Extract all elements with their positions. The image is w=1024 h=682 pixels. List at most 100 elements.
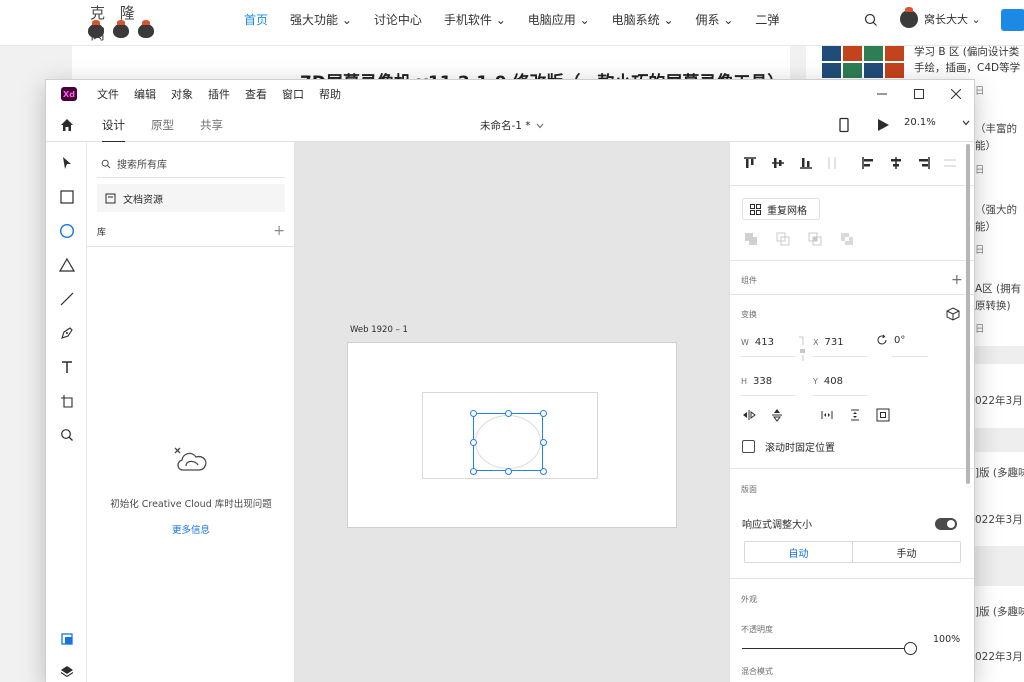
- resize-auto-button[interactable]: 自动: [745, 542, 853, 562]
- user-menu[interactable]: 窝长大大 ⌄: [900, 7, 981, 28]
- resize-handle[interactable]: [470, 410, 477, 417]
- sidebar-top-line[interactable]: 学习 B 区 (偏向设计类: [914, 44, 1019, 59]
- repeat-grid-button[interactable]: 重复网格: [742, 198, 820, 220]
- sidebar-entry[interactable]: 022年3月: [975, 650, 1023, 665]
- sidebar-entry[interactable]: 能）: [975, 220, 996, 235]
- opacity-value[interactable]: 100%: [933, 634, 960, 645]
- boolean-exclude-icon[interactable]: [840, 232, 854, 246]
- sidebar-entry[interactable]: 022年3月: [975, 513, 1023, 528]
- align-middle-icon[interactable]: [770, 155, 786, 171]
- device-preview-icon[interactable]: [838, 117, 850, 133]
- resize-handle[interactable]: [505, 468, 512, 475]
- layers-panel-icon[interactable]: [58, 662, 76, 680]
- tab-share[interactable]: 共享: [200, 117, 223, 139]
- resize-handle[interactable]: [540, 410, 547, 417]
- select-tool-icon[interactable]: [58, 154, 76, 172]
- sidebar-entry[interactable]: （强大的: [975, 203, 1017, 218]
- resize-handle[interactable]: [470, 468, 477, 475]
- resize-manual-button[interactable]: 手动: [853, 542, 960, 562]
- write-post-button[interactable]: [1001, 9, 1024, 31]
- boolean-intersect-icon[interactable]: [808, 232, 822, 246]
- document-title[interactable]: 未命名-1 *: [480, 118, 544, 133]
- inspector-scrollbar[interactable]: [966, 144, 970, 484]
- menu-view[interactable]: 查看: [245, 86, 267, 102]
- x-field[interactable]: X 731: [813, 337, 844, 348]
- line-tool-icon[interactable]: [58, 290, 76, 308]
- padding-icon[interactable]: [876, 408, 890, 422]
- flip-horizontal-icon[interactable]: [742, 408, 756, 422]
- y-field[interactable]: Y 408: [813, 376, 843, 387]
- align-top-icon[interactable]: [742, 155, 758, 171]
- sidebar-entry[interactable]: 日: [975, 242, 985, 256]
- nav-home[interactable]: 首页: [244, 11, 268, 28]
- align-center-icon[interactable]: [888, 155, 904, 171]
- nav-pc-systems[interactable]: 电脑系统 ⌄: [612, 11, 674, 28]
- sidebar-entry[interactable]: 日: [975, 83, 985, 97]
- align-bottom-icon[interactable]: [798, 155, 814, 171]
- nav-features[interactable]: 强大功能 ⌄: [290, 11, 352, 28]
- menu-window[interactable]: 窗口: [282, 86, 304, 102]
- close-button[interactable]: [937, 80, 974, 108]
- text-tool-icon[interactable]: [58, 358, 76, 376]
- 3d-transform-icon[interactable]: [946, 307, 960, 321]
- rotation-field[interactable]: 0°: [876, 334, 905, 346]
- minimize-button[interactable]: [863, 80, 900, 108]
- align-right-icon[interactable]: [916, 155, 932, 171]
- resize-handle[interactable]: [540, 468, 547, 475]
- pen-tool-icon[interactable]: [58, 324, 76, 342]
- opacity-slider-track[interactable]: [742, 648, 904, 649]
- resize-handle[interactable]: [505, 410, 512, 417]
- opacity-slider-thumb[interactable]: [904, 642, 917, 655]
- menu-edit[interactable]: 编辑: [134, 86, 156, 102]
- design-canvas[interactable]: Web 1920 – 1: [295, 142, 729, 682]
- zoom-tool-icon[interactable]: [58, 426, 76, 444]
- distribute-horizontal-icon[interactable]: [942, 155, 958, 171]
- maximize-button[interactable]: [900, 80, 937, 108]
- site-logo[interactable]: 克 隆 窝: [88, 2, 168, 43]
- boolean-subtract-icon[interactable]: [776, 232, 790, 246]
- selected-ellipse[interactable]: [470, 410, 547, 475]
- responsive-resize-toggle[interactable]: [935, 517, 957, 530]
- sidebar-entry[interactable]: ]版 (多趣味: [975, 466, 1024, 481]
- menu-object[interactable]: 对象: [171, 86, 193, 102]
- distribute-spacing-h-icon[interactable]: [820, 408, 834, 422]
- fix-position-checkbox[interactable]: 滚动时固定位置: [742, 439, 835, 454]
- nav-mobile-software[interactable]: 手机软件 ⌄: [444, 11, 506, 28]
- sidebar-entry[interactable]: 原转换): [975, 299, 1011, 314]
- search-icon[interactable]: [864, 13, 878, 27]
- artboard-label[interactable]: Web 1920 – 1: [350, 325, 408, 335]
- sidebar-entry[interactable]: A区 (拥有: [975, 282, 1021, 297]
- nav-second[interactable]: 二弹: [755, 11, 779, 28]
- ellipse-tool-icon[interactable]: [58, 222, 76, 240]
- sidebar-entry[interactable]: 022年3月: [975, 394, 1023, 409]
- assets-panel-icon[interactable]: [58, 630, 76, 648]
- lock-aspect-icon[interactable]: [798, 336, 806, 362]
- more-info-link[interactable]: 更多信息: [87, 522, 295, 536]
- library-search-input[interactable]: 搜索所有库: [97, 150, 285, 178]
- tab-design[interactable]: 设计: [102, 117, 125, 143]
- sidebar-entry[interactable]: 日: [975, 162, 985, 176]
- zoom-dropdown[interactable]: 20.1%: [904, 117, 970, 128]
- boolean-add-icon[interactable]: [744, 232, 758, 246]
- width-field[interactable]: W 413: [741, 337, 774, 348]
- menu-help[interactable]: 帮助: [319, 86, 341, 102]
- distribute-spacing-v-icon[interactable]: [848, 408, 862, 422]
- nav-discussion[interactable]: 讨论中心: [374, 11, 422, 28]
- sidebar-top-line[interactable]: 手绘，插画，C4D等学: [914, 60, 1020, 75]
- menu-file[interactable]: 文件: [97, 86, 119, 102]
- sidebar-entry[interactable]: 日: [975, 321, 985, 335]
- resize-handle[interactable]: [470, 439, 477, 446]
- artboard-tool-icon[interactable]: [58, 392, 76, 410]
- sidebar-thumbnail[interactable]: [822, 46, 904, 78]
- tab-prototype[interactable]: 原型: [151, 117, 174, 139]
- flip-vertical-icon[interactable]: [770, 408, 784, 422]
- rectangle-tool-icon[interactable]: [58, 188, 76, 206]
- height-field[interactable]: H 338: [741, 376, 772, 387]
- menu-plugins[interactable]: 插件: [208, 86, 230, 102]
- artboard[interactable]: [347, 342, 677, 528]
- resize-handle[interactable]: [540, 439, 547, 446]
- add-library-icon[interactable]: +: [273, 224, 285, 238]
- document-assets-item[interactable]: 文档资源: [97, 184, 285, 212]
- add-component-icon[interactable]: +: [951, 272, 963, 288]
- sidebar-entry[interactable]: ]版 (多趣味: [975, 605, 1024, 620]
